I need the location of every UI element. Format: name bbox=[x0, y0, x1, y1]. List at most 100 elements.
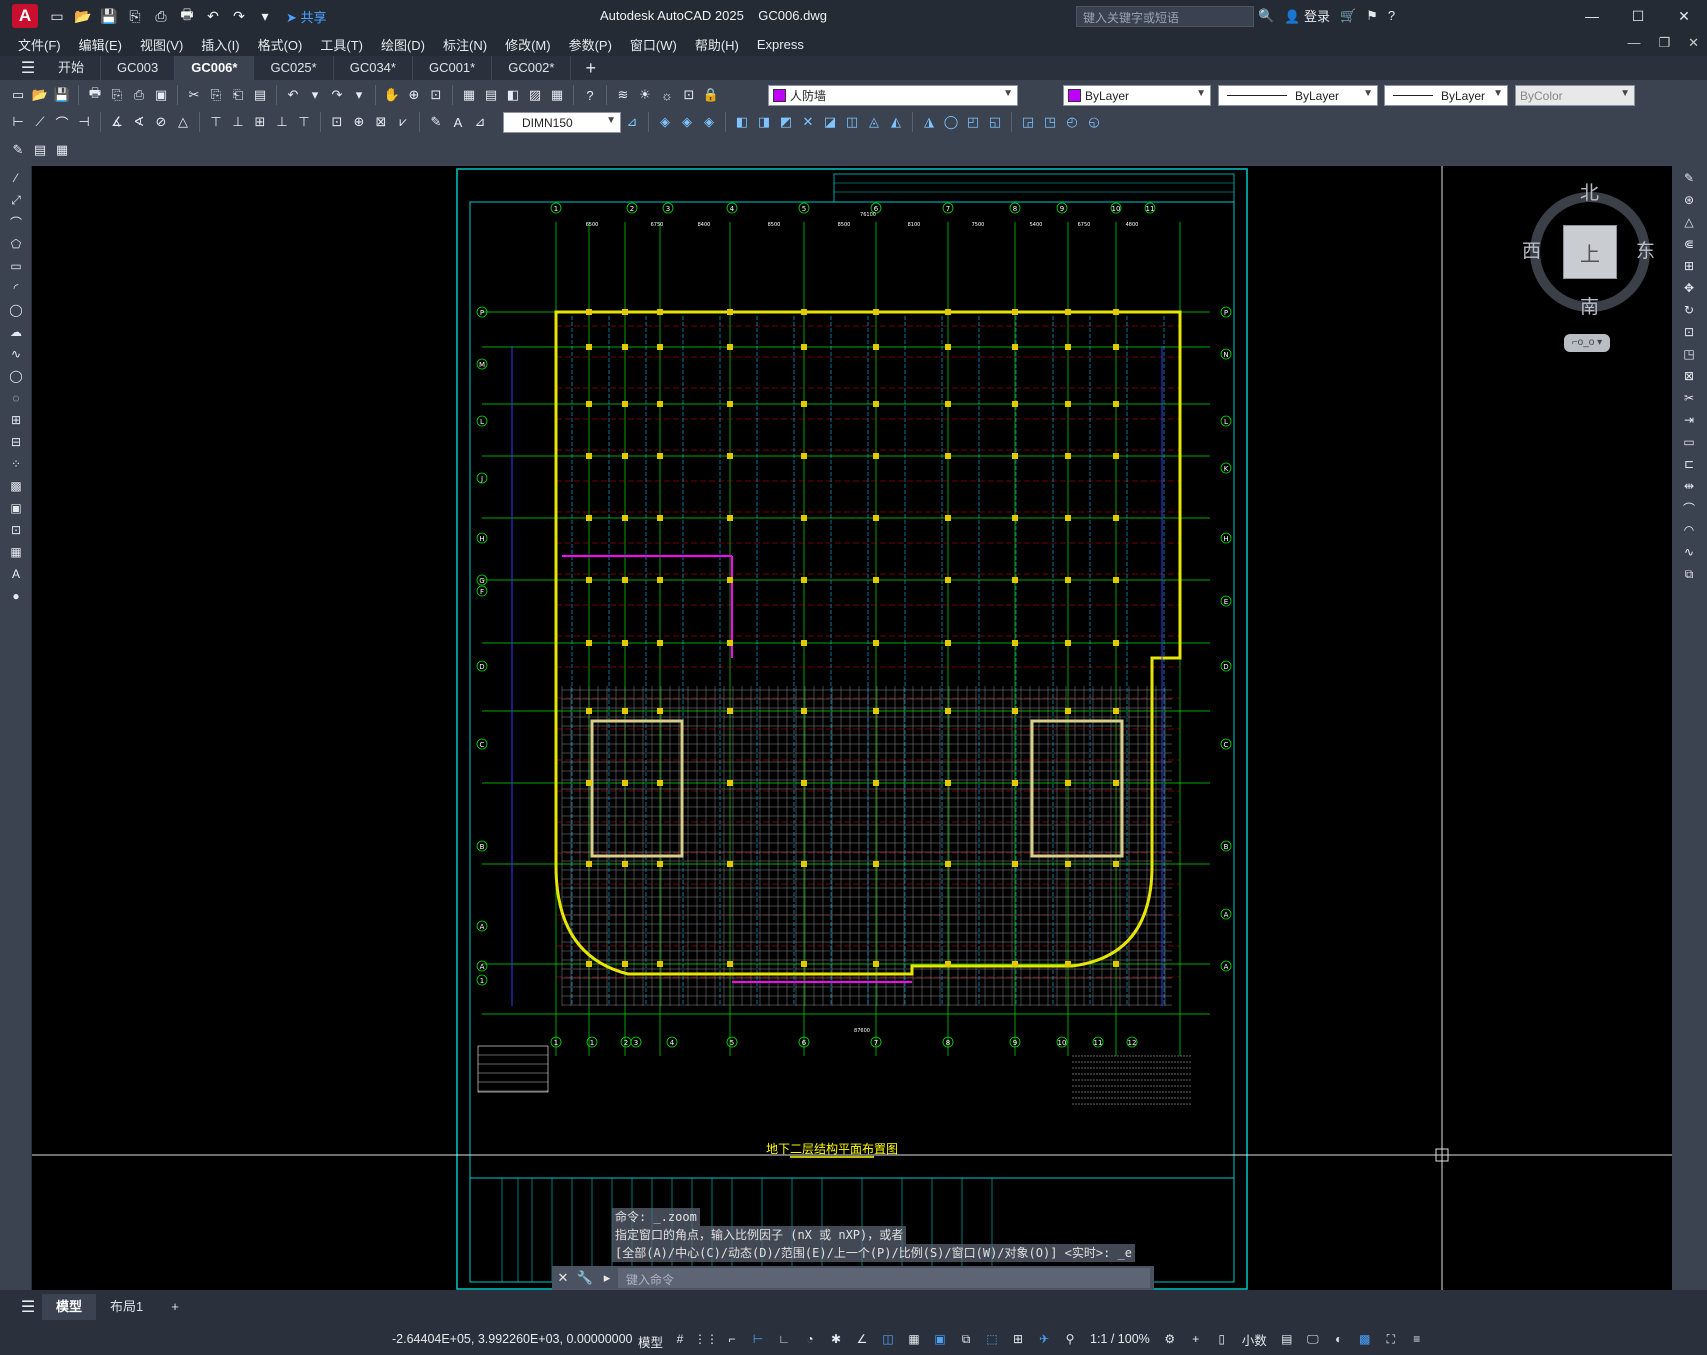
isolate-objects-icon[interactable]: ◐ bbox=[1329, 1329, 1349, 1349]
dynamic-input-icon[interactable]: ⊢ bbox=[748, 1329, 768, 1349]
coordinate-readout[interactable]: -2.64404E+05, 3.992260E+03, 0.00000000 bbox=[392, 1332, 633, 1346]
draw-tool-0-icon[interactable]: ⁄ bbox=[6, 168, 26, 188]
std-1-icon[interactable]: 📂 bbox=[30, 85, 50, 105]
doc-restore-icon[interactable]: ❐ bbox=[1658, 35, 1670, 51]
draw-tool-9-icon[interactable]: ◯ bbox=[6, 366, 26, 386]
lock-ui-icon[interactable]: 🖵 bbox=[1303, 1329, 1323, 1349]
menu-item-8[interactable]: 修改(M) bbox=[505, 35, 551, 54]
save-as-icon[interactable]: ⎘ bbox=[124, 5, 146, 27]
std-4-icon[interactable]: 🖶 bbox=[85, 85, 105, 105]
draw-tool-6-icon[interactable]: ◯ bbox=[6, 300, 26, 320]
open-file-icon[interactable]: 📂 bbox=[72, 5, 94, 27]
layout-menu-icon[interactable]: ☰ bbox=[14, 1297, 42, 1317]
menu-item-7[interactable]: 标注(N) bbox=[443, 35, 487, 54]
view-15-icon[interactable]: ◮ bbox=[919, 112, 939, 132]
menu-item-1[interactable]: 编辑(E) bbox=[79, 35, 122, 54]
view-9-icon[interactable]: ✕ bbox=[798, 112, 818, 132]
workspace-gear-icon[interactable]: ⚙ bbox=[1160, 1329, 1180, 1349]
dim-8-icon[interactable]: △ bbox=[173, 112, 193, 132]
draw-tool-17-icon[interactable]: ▦ bbox=[6, 542, 26, 562]
osnap-icon[interactable]: ◫ bbox=[878, 1329, 898, 1349]
clean-screen-icon[interactable]: ⛶ bbox=[1381, 1329, 1401, 1349]
dim-18-icon[interactable]: ⊠ bbox=[371, 112, 391, 132]
std-14-icon[interactable]: ↶ bbox=[283, 85, 303, 105]
infer-icon[interactable]: ⌐ bbox=[722, 1329, 742, 1349]
file-tab-6[interactable]: GC002* bbox=[492, 56, 572, 80]
draw-tool-2-icon[interactable]: ⌒ bbox=[6, 212, 26, 232]
grid-icon[interactable]: # bbox=[670, 1329, 690, 1349]
file-tab-3[interactable]: GC025* bbox=[254, 56, 334, 80]
block-icon[interactable]: ▤ bbox=[30, 140, 50, 160]
dim-11-icon[interactable]: ⊥ bbox=[228, 112, 248, 132]
view-17-icon[interactable]: ◰ bbox=[963, 112, 983, 132]
ortho-icon[interactable]: ∟ bbox=[774, 1329, 794, 1349]
std-24-icon[interactable]: ▤ bbox=[481, 85, 501, 105]
std-2-icon[interactable]: 💾 bbox=[52, 85, 72, 105]
dim-1-icon[interactable]: ⟋ bbox=[30, 112, 50, 132]
view-13-icon[interactable]: ◭ bbox=[886, 112, 906, 132]
polar-icon[interactable]: ◔ bbox=[800, 1329, 820, 1349]
new-layout-icon[interactable]: + bbox=[157, 1294, 193, 1320]
autoscale-icon[interactable]: ⚲ bbox=[1060, 1329, 1080, 1349]
dim-10-icon[interactable]: ⊤ bbox=[206, 112, 226, 132]
plotstyle-dropdown[interactable]: ByColor ▼ bbox=[1515, 85, 1635, 106]
menu-item-3[interactable]: 插入(I) bbox=[201, 35, 239, 54]
menu-item-4[interactable]: 格式(O) bbox=[258, 35, 303, 54]
command-input[interactable]: 键入命令 bbox=[618, 1268, 1150, 1288]
menu-item-10[interactable]: 窗口(W) bbox=[630, 35, 677, 54]
user-icon[interactable]: 👤 登录 bbox=[1284, 6, 1330, 25]
draw-tool-18-icon[interactable]: A bbox=[6, 564, 26, 584]
plot-icon[interactable]: 🖶 bbox=[176, 5, 198, 27]
view-0-icon[interactable]: ⊿ bbox=[622, 112, 642, 132]
view-22-icon[interactable]: ◴ bbox=[1062, 112, 1082, 132]
dim-17-icon[interactable]: ⊕ bbox=[349, 112, 369, 132]
command-close-icon[interactable]: ✕ bbox=[552, 1270, 574, 1286]
command-customize-icon[interactable]: 🔧 bbox=[574, 1270, 596, 1286]
modify-tool-5-icon[interactable]: ✥ bbox=[1679, 278, 1699, 298]
std-10-icon[interactable]: ⎘ bbox=[206, 85, 226, 105]
doc-close-icon[interactable]: ✕ bbox=[1688, 35, 1699, 51]
search-icon[interactable]: 🔍 bbox=[1258, 8, 1274, 24]
dim-5-icon[interactable]: ∡ bbox=[107, 112, 127, 132]
linetype-dropdown[interactable]: ByLayer ▼ bbox=[1218, 85, 1378, 106]
draw-tool-8-icon[interactable]: ∿ bbox=[6, 344, 26, 364]
minimize-icon[interactable]: — bbox=[1569, 0, 1615, 32]
annotation-scale[interactable]: 1:1 / 100% bbox=[1086, 1332, 1154, 1346]
menu-item-9[interactable]: 参数(P) bbox=[569, 35, 612, 54]
draw-tool-7-icon[interactable]: ☁ bbox=[6, 322, 26, 342]
quick-properties-icon[interactable]: ▤ bbox=[1277, 1329, 1297, 1349]
dim-19-icon[interactable]: ⩗ bbox=[393, 112, 413, 132]
std-17-icon[interactable]: ▾ bbox=[349, 85, 369, 105]
dimstyle-dropdown[interactable]: DIMN150 ▼ bbox=[503, 112, 621, 133]
std-5-icon[interactable]: ⎘ bbox=[107, 85, 127, 105]
dim-12-icon[interactable]: ⊞ bbox=[250, 112, 270, 132]
search-input[interactable]: 键入关键字或短语 bbox=[1076, 6, 1254, 27]
std-19-icon[interactable]: ✋ bbox=[382, 85, 402, 105]
menu-item-11[interactable]: 帮助(H) bbox=[695, 35, 739, 54]
std-26-icon[interactable]: ▨ bbox=[525, 85, 545, 105]
std-25-icon[interactable]: ◧ bbox=[503, 85, 523, 105]
viewcube-west[interactable]: 西 bbox=[1522, 236, 1541, 263]
std-21-icon[interactable]: ⊡ bbox=[426, 85, 446, 105]
close-icon[interactable]: ✕ bbox=[1661, 0, 1707, 32]
3d-osnap-icon[interactable]: ⬚ bbox=[982, 1329, 1002, 1349]
units-icon[interactable]: ▯ bbox=[1212, 1329, 1232, 1349]
publish-icon[interactable]: ⎙ bbox=[150, 5, 172, 27]
modify-tool-0-icon[interactable]: ✎ bbox=[1679, 168, 1699, 188]
help-icon[interactable]: ? bbox=[1388, 8, 1395, 23]
draw-tool-12-icon[interactable]: ⊟ bbox=[6, 432, 26, 452]
autocad-logo-icon[interactable]: A bbox=[12, 4, 38, 28]
menu-item-2[interactable]: 视图(V) bbox=[140, 35, 183, 54]
file-tab-0[interactable]: 开始 bbox=[42, 56, 102, 80]
view-18-icon[interactable]: ◱ bbox=[985, 112, 1005, 132]
graphics-performance-icon[interactable]: ▩ bbox=[1355, 1329, 1375, 1349]
layout-tab-0[interactable]: 模型 bbox=[42, 1294, 97, 1320]
viewcube[interactable]: 上 北 南 东 西 bbox=[1520, 178, 1660, 318]
std-34-icon[interactable]: ⊡ bbox=[679, 85, 699, 105]
modify-tool-15-icon[interactable]: ⌒ bbox=[1679, 498, 1699, 518]
file-tab-2[interactable]: GC006* bbox=[175, 56, 255, 80]
menu-item-6[interactable]: 绘图(D) bbox=[381, 35, 425, 54]
viewcube-north[interactable]: 北 bbox=[1580, 178, 1599, 205]
std-33-icon[interactable]: ☼ bbox=[657, 85, 677, 105]
dim-14-icon[interactable]: ⊤ bbox=[294, 112, 314, 132]
